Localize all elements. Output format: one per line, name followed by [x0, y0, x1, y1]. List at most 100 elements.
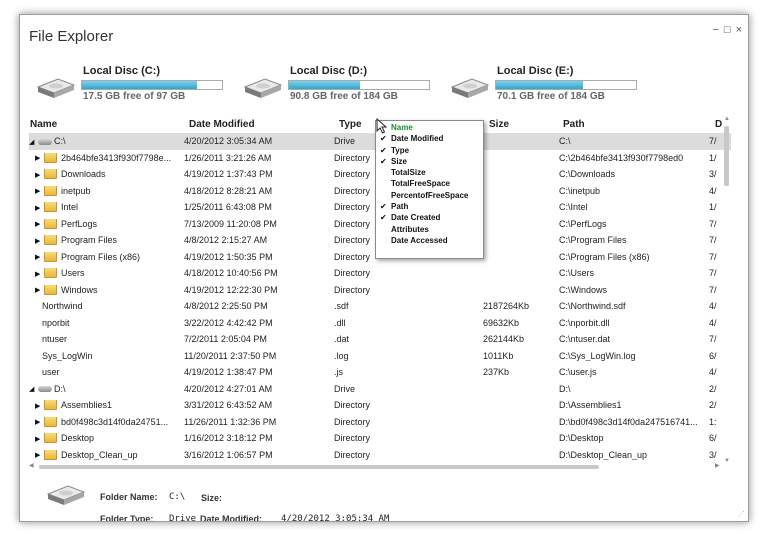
menu-item-totalsize[interactable]: TotalSize	[376, 167, 483, 178]
table-row[interactable]: ▶ bd0f498c3d14f0da24751... 11/26/2011 1:32…	[29, 414, 731, 431]
table-row[interactable]: ▶ Users 4/18/2012 10:40:56 PM Directory C:\U…	[29, 265, 731, 282]
expand-arrow-icon[interactable]: ▶	[35, 220, 44, 228]
expand-arrow-icon[interactable]: ▶	[35, 187, 44, 195]
column-header-path[interactable]: Path	[563, 119, 585, 130]
item-name: Downloads	[61, 169, 106, 179]
cell-path: C:\Windows	[559, 284, 608, 295]
table-row[interactable]: ▶ Desktop_Clean_up 3/16/2012 1:06:57 PM Dir…	[29, 447, 731, 464]
column-header-date-modified[interactable]: Date Modified	[189, 119, 255, 130]
expand-arrow-icon[interactable]: ▶	[35, 286, 44, 294]
menu-item-path[interactable]: ✔ Path	[376, 201, 483, 212]
cell-path: C:\Program Files (x86)	[559, 251, 650, 262]
menu-item-size[interactable]: ✔ Size	[376, 156, 483, 167]
vertical-scroll-thumb[interactable]	[724, 126, 729, 186]
column-header-name[interactable]: Name	[30, 119, 57, 130]
scroll-up-icon[interactable]: ▲	[724, 116, 730, 122]
cell-date-modified: 4/20/2012 4:27:01 AM	[184, 383, 273, 394]
folder-icon	[44, 185, 57, 196]
cell-path: C:\Program Files	[559, 235, 627, 245]
drive-d[interactable]: Local Disc (D:) 90.8 GB free of 184 GB	[243, 65, 443, 115]
menu-item-attributes[interactable]: Attributes	[376, 224, 483, 235]
expand-arrow-icon[interactable]: ▶	[35, 402, 44, 410]
cell-type: Directory	[334, 400, 371, 410]
table-row[interactable]: ▶ Windows 4/19/2012 12:22:30 PM Directory C:…	[29, 282, 731, 299]
table-row[interactable]: Sys_LogWin 11/20/2011 2:37:50 PM .log 1011K…	[29, 348, 731, 365]
item-name: Users	[61, 268, 85, 278]
drive-usage-bar	[495, 80, 637, 90]
expand-arrow-icon[interactable]: ▶	[35, 154, 44, 162]
collapse-arrow-icon[interactable]: ◢	[29, 385, 38, 393]
column-header-type[interactable]: Type	[339, 119, 362, 130]
drive-free-space: 90.8 GB free of 184 GB	[290, 91, 398, 102]
menu-item-date-accessed[interactable]: Date Accessed	[376, 235, 483, 246]
hard-drive-icon	[450, 78, 490, 98]
scroll-left-icon[interactable]: ◀	[29, 462, 34, 469]
drive-c[interactable]: Local Disc (C:) 17.5 GB free of 97 GB	[36, 65, 236, 115]
expand-arrow-icon[interactable]: ▶	[35, 435, 44, 443]
menu-item-label: TotalSize	[391, 168, 426, 178]
cell-path: C:\2b464bfe3413f930f7798ed0	[559, 152, 684, 163]
folder-icon	[44, 169, 57, 180]
cell-name: ▶ Desktop_Clean_up	[29, 449, 179, 461]
table-row[interactable]: ntuser 7/2/2011 2:05:04 PM .dat 262144Kb C:\…	[29, 331, 731, 348]
cell-size: 2187264Kb	[483, 301, 530, 311]
horizontal-scrollbar[interactable]: ◀ ▶	[29, 463, 723, 471]
expand-arrow-icon[interactable]: ▶	[35, 237, 44, 245]
table-row[interactable]: ◢ D:\ 4/20/2012 4:27:01 AM Drive D:\ 2/	[29, 381, 731, 398]
cell-path: C:\Intel	[559, 202, 588, 212]
menu-item-totalfreespace[interactable]: TotalFreeSpace	[376, 178, 483, 189]
cell-path: D:\	[559, 383, 571, 394]
column-header-size[interactable]: Size	[489, 119, 509, 130]
table-row[interactable]: Northwind 4/8/2012 2:25:50 PM .sdf 2187264K…	[29, 298, 731, 315]
menu-item-date-created[interactable]: ✔ Date Created	[376, 212, 483, 223]
table-row[interactable]: ▶ Desktop 1/16/2012 3:18:12 PM Directory D:\…	[29, 430, 731, 447]
cell-name: ▶ Program Files	[29, 235, 179, 246]
scroll-down-icon[interactable]: ▼	[724, 458, 730, 464]
horizontal-scroll-thumb[interactable]	[39, 465, 599, 469]
collapse-arrow-icon[interactable]: ◢	[29, 138, 38, 146]
cell-date-modified: 7/2/2011 2:05:04 PM	[184, 334, 267, 344]
menu-item-date-modified[interactable]: ✔ Date Modified	[376, 133, 483, 144]
expand-arrow-icon[interactable]: ▶	[35, 171, 44, 179]
table-row[interactable]: user 4/19/2012 1:38:47 PM .js 237Kb C:\user.…	[29, 364, 731, 381]
cell-type: .sdf	[334, 301, 349, 311]
cell-type: .js	[334, 367, 343, 377]
menu-item-percentoffreespace[interactable]: PercentofFreeSpace	[376, 190, 483, 201]
close-button[interactable]: ×	[736, 24, 742, 36]
expand-arrow-icon[interactable]: ▶	[35, 451, 44, 459]
vertical-scrollbar[interactable]: ▲ ▼	[723, 116, 731, 466]
cell-date-modified: 4/20/2012 3:05:34 AM	[184, 136, 273, 146]
expand-arrow-icon[interactable]: ▶	[35, 270, 44, 278]
table-row[interactable]: nporbit 3/22/2012 4:42:42 PM .dll 69632Kb C:…	[29, 315, 731, 332]
details-pane: Folder Name: C:\ Size: Folder Type: Driv…	[20, 472, 748, 522]
table-row[interactable]: ▶ Assemblies1 3/31/2012 6:43:52 AM Director…	[29, 397, 731, 414]
cell-path: C:\inetpub	[559, 185, 601, 196]
drive-usage-bar	[81, 80, 223, 90]
cell-type: .log	[334, 350, 349, 361]
column-header-date-created[interactable]: D	[715, 119, 722, 130]
folder-name-value: C:\	[169, 492, 186, 502]
item-name: C:\	[54, 136, 66, 146]
menu-item-name[interactable]: Name	[376, 122, 483, 133]
item-name: Windows	[61, 284, 98, 295]
expand-arrow-icon[interactable]: ▶	[35, 204, 44, 212]
item-name: Desktop	[61, 433, 95, 443]
drive-e[interactable]: Local Disc (E:) 70.1 GB free of 184 GB	[450, 65, 650, 115]
minimize-button[interactable]: −	[712, 24, 718, 36]
cell-date-modified: 4/8/2012 2:25:50 PM	[184, 301, 268, 311]
cell-name: nporbit	[29, 318, 179, 328]
drive-list: Local Disc (C:) 17.5 GB free of 97 GB Lo…	[36, 65, 736, 115]
menu-item-type[interactable]: ✔ Type	[376, 145, 483, 156]
resize-grip-icon[interactable]: ⋰	[738, 510, 745, 518]
expand-arrow-icon[interactable]: ▶	[35, 418, 44, 426]
cell-name: ▶ Intel	[29, 202, 179, 213]
expand-arrow-icon[interactable]: ▶	[35, 253, 44, 261]
cell-name: Sys_LogWin	[29, 351, 179, 361]
cell-path: C:\	[559, 136, 571, 146]
scroll-right-icon[interactable]: ▶	[715, 462, 720, 469]
drive-name: Local Disc (D:)	[290, 65, 368, 77]
cell-path: C:\nporbit.dll	[559, 317, 610, 328]
cell-path: C:\Downloads	[559, 169, 616, 179]
folder-type-label: Folder Type:	[100, 514, 154, 522]
maximize-button[interactable]: □	[724, 24, 731, 36]
